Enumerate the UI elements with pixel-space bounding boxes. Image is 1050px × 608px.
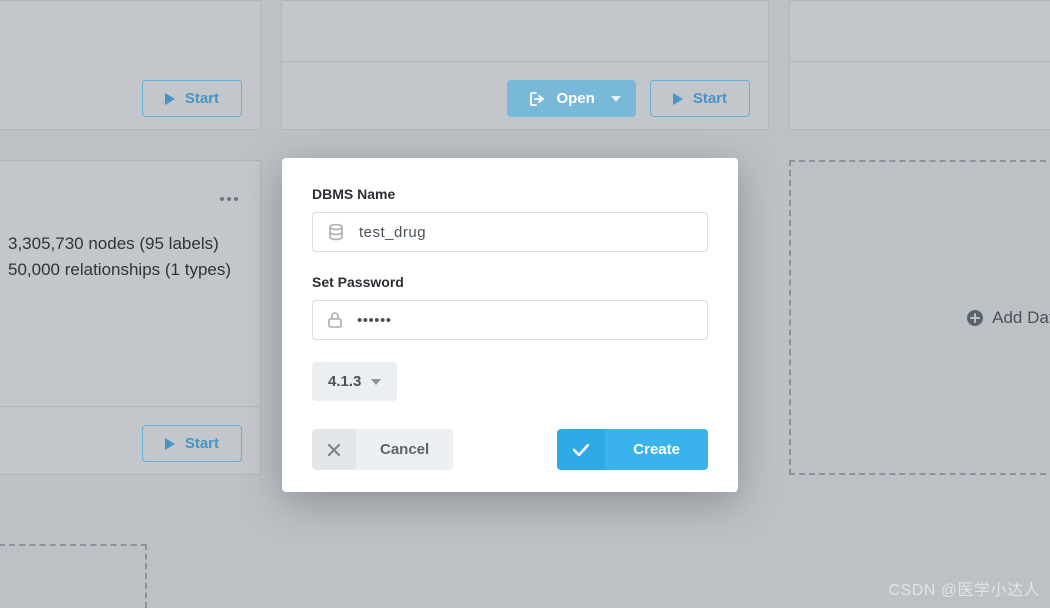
close-icon xyxy=(312,429,356,470)
open-button[interactable]: Open xyxy=(507,80,635,117)
relationships-count-text: 50,000 relationships (1 types) xyxy=(8,257,246,283)
db-card: Open Start xyxy=(281,0,769,130)
version-select[interactable]: 4.1.3 xyxy=(312,362,397,401)
create-dbms-modal: DBMS Name Set Password 4.1.3 Cancel Crea… xyxy=(282,158,738,492)
start-button[interactable]: Start xyxy=(142,425,242,462)
password-field[interactable] xyxy=(312,300,708,340)
db-card: Open xyxy=(789,0,1050,130)
nodes-count-text: 3,305,730 nodes (95 labels) xyxy=(8,231,246,257)
database-icon xyxy=(327,223,345,241)
start-button[interactable]: Start xyxy=(142,80,242,117)
add-database-label: Add Database xyxy=(992,308,1050,328)
password-label: Set Password xyxy=(312,274,708,290)
play-icon xyxy=(673,93,683,105)
cancel-button[interactable]: Cancel xyxy=(312,429,453,470)
plus-circle-icon xyxy=(966,309,984,327)
open-icon xyxy=(530,92,546,106)
dbms-name-field[interactable] xyxy=(312,212,708,252)
create-button[interactable]: Create xyxy=(557,429,708,470)
start-label: Start xyxy=(693,90,727,107)
play-icon xyxy=(165,438,175,450)
cancel-label: Cancel xyxy=(356,429,453,470)
lock-icon xyxy=(327,311,343,329)
dbms-name-label: DBMS Name xyxy=(312,186,708,202)
chevron-down-icon xyxy=(611,96,621,102)
start-label: Start xyxy=(185,90,219,107)
add-database-fragment xyxy=(0,544,147,608)
open-label: Open xyxy=(556,90,594,107)
db-card: Start xyxy=(0,0,261,130)
create-label: Create xyxy=(605,429,708,470)
chevron-down-icon xyxy=(371,379,381,385)
add-database-button[interactable]: Add Database xyxy=(789,160,1050,475)
dbms-name-input[interactable] xyxy=(359,224,693,241)
password-input[interactable] xyxy=(357,312,693,329)
more-menu-icon[interactable] xyxy=(220,197,238,201)
play-icon xyxy=(165,93,175,105)
check-icon xyxy=(557,429,605,470)
version-value: 4.1.3 xyxy=(328,373,361,390)
watermark-text: CSDN @医学小达人 xyxy=(888,576,1040,600)
start-button[interactable]: Start xyxy=(650,80,750,117)
start-label: Start xyxy=(185,435,219,452)
db-card: 3,305,730 nodes (95 labels) 50,000 relat… xyxy=(0,160,261,475)
